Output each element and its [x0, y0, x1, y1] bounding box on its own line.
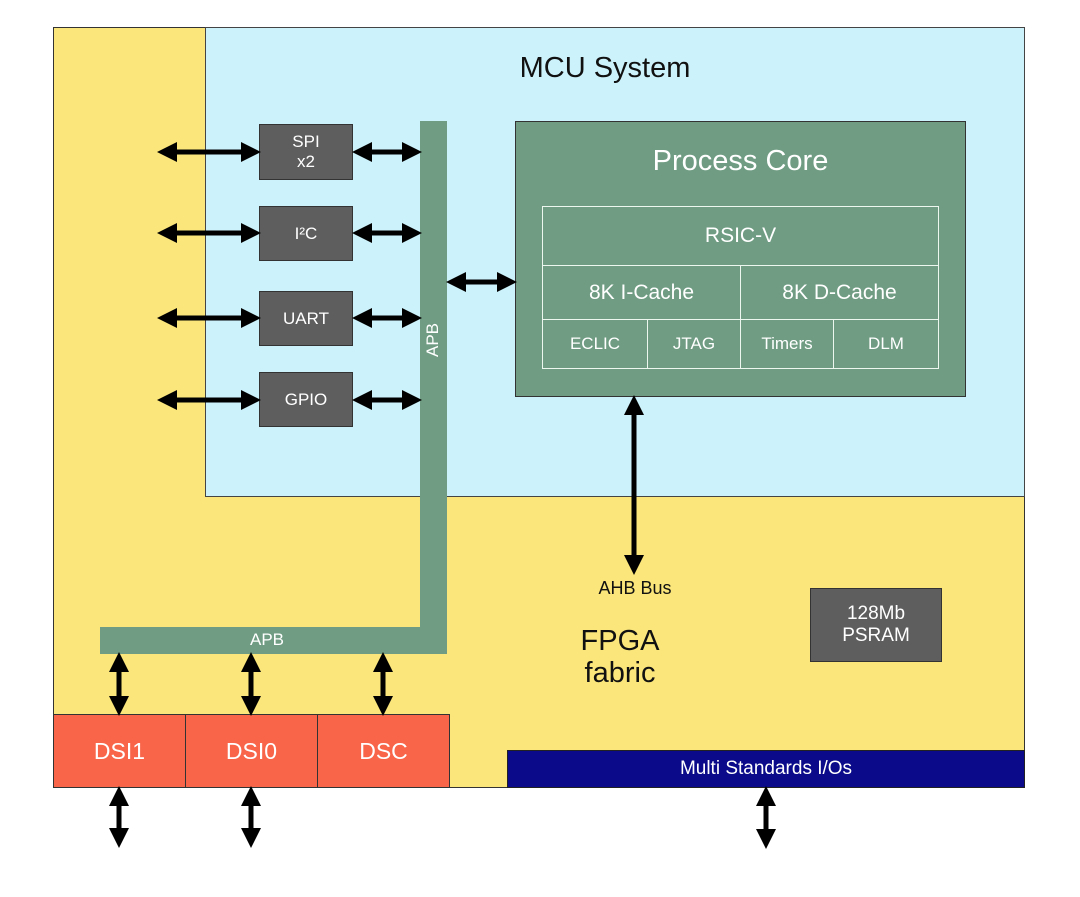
apb-vertical-label: APB [423, 322, 442, 358]
dlm-cell: DLM [833, 319, 939, 369]
gpio-block: GPIO [259, 372, 353, 427]
timers-cell: Timers [740, 319, 834, 369]
icache-cell: 8K I-Cache [542, 265, 741, 320]
eclic-cell: ECLIC [542, 319, 648, 369]
psram-label: PSRAM [842, 625, 910, 646]
fpga-fabric-label: FPGA fabric [560, 625, 680, 689]
gpio-label: GPIO [284, 389, 328, 409]
ahb-bus-label: AHB Bus [598, 578, 672, 598]
fpga-label-line2: fabric [584, 657, 656, 689]
jtag-cell: JTAG [647, 319, 741, 369]
apb-horizontal-label: APB [249, 630, 285, 649]
i2c-block: I²C [259, 206, 353, 261]
process-core-title: Process Core [652, 145, 829, 177]
uart-label: UART [283, 308, 329, 328]
uart-block: UART [259, 291, 353, 346]
dsc-block: DSC [317, 714, 450, 788]
spi-count-label: x2 [297, 152, 315, 171]
spi-block: SPI x2 [259, 124, 353, 180]
fpga-label-line1: FPGA [580, 625, 660, 657]
i2c-label: I²C [294, 223, 318, 243]
dcache-cell: 8K D-Cache [740, 265, 939, 320]
dsi0-block: DSI0 [185, 714, 318, 788]
apb-bus-vertical [420, 121, 447, 654]
psram-block: 128Mb PSRAM [810, 588, 942, 662]
psram-size-label: 128Mb [846, 603, 906, 624]
multi-standards-io-bar: Multi Standards I/Os [507, 750, 1025, 788]
riscv-cell: RSIC-V [542, 206, 939, 266]
dsi1-block: DSI1 [53, 714, 186, 788]
spi-label: SPI [292, 132, 320, 151]
mcu-system-title: MCU System [519, 52, 691, 84]
